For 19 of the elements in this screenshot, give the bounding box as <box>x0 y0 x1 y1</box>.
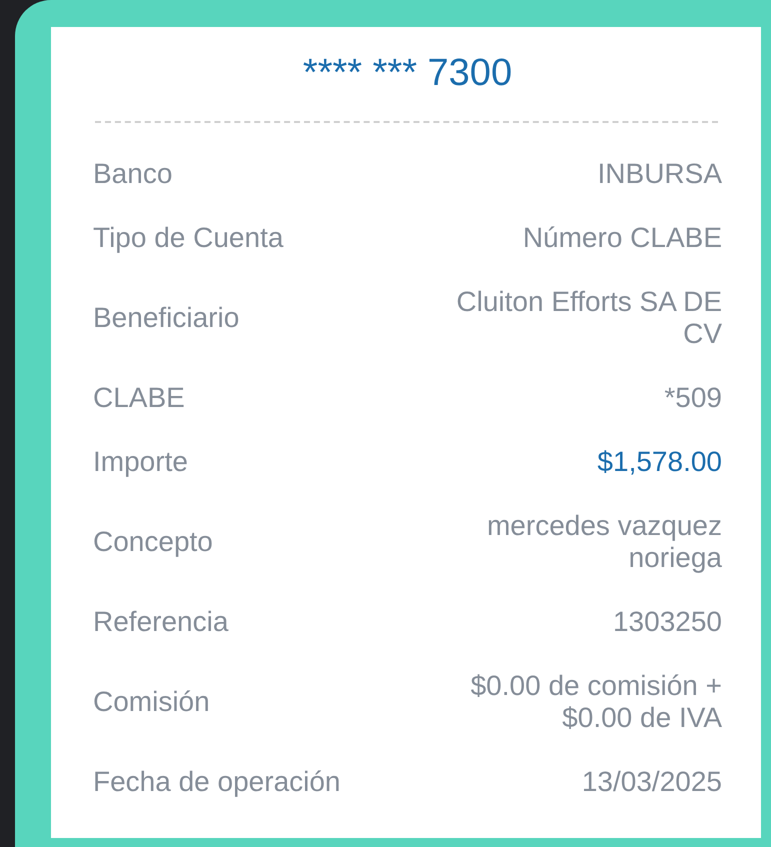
field-value: 1303250 <box>612 606 722 638</box>
field-label: Fecha de operación <box>93 766 341 798</box>
field-value: Número CLABE <box>522 222 722 254</box>
field-label: Importe <box>93 446 188 478</box>
field-label: Beneficiario <box>93 302 240 334</box>
field-value: INBURSA <box>598 158 722 190</box>
field-label: Concepto <box>93 526 213 558</box>
field-label: CLABE <box>93 382 185 414</box>
field-value: 13/03/2025 <box>582 766 722 798</box>
field-value: $1,578.00 <box>597 446 722 478</box>
field-value: *509 <box>664 382 722 414</box>
field-value: Cluiton Efforts SA DE CV <box>455 286 722 350</box>
field-label: Tipo de Cuenta <box>93 222 284 254</box>
account-number: **** *** 7300 <box>302 51 512 95</box>
field-label: Banco <box>93 158 172 190</box>
field-value: $0.00 de comisión + $0.00 de IVA <box>470 670 722 734</box>
field-value: mercedes vazquez noriega <box>486 510 722 574</box>
field-label: Comisión <box>93 686 210 718</box>
field-label: Referencia <box>93 606 228 638</box>
